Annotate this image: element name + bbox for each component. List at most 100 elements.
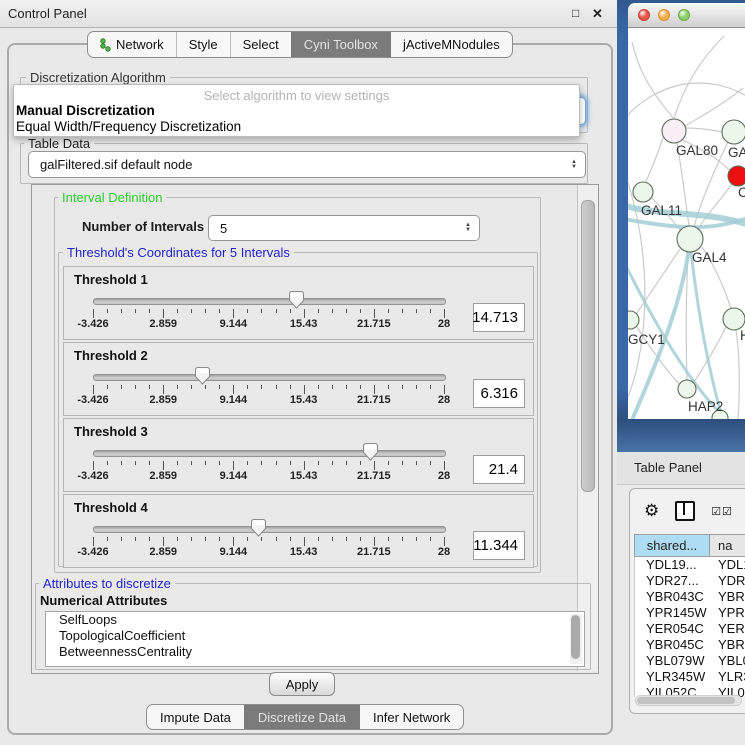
zoom-traffic-light-icon[interactable]	[678, 9, 690, 21]
tick-mark	[444, 461, 445, 470]
threshold-row: Threshold 3-3.4262.8599.14415.4321.71528…	[63, 418, 534, 492]
tab-select[interactable]: Select	[230, 32, 291, 57]
column-layout-icon[interactable]	[675, 501, 695, 521]
tab-discretize-data[interactable]: Discretize Data	[244, 705, 359, 729]
tab-style[interactable]: Style	[176, 32, 230, 57]
attribute-list-item[interactable]: SelfLoops	[46, 612, 584, 628]
list-vertical-scrollbar[interactable]	[570, 614, 582, 664]
threshold-value-field[interactable]: 11.344	[473, 531, 525, 560]
apply-button[interactable]: Apply	[269, 672, 335, 696]
threshold-value-field[interactable]: 14.713	[473, 303, 525, 332]
tick-mark	[177, 537, 178, 541]
horizontal-scrollbar-thumb[interactable]	[637, 697, 735, 704]
float-window-icon[interactable]: □	[572, 0, 579, 27]
vertical-scrollbar-thumb[interactable]	[581, 200, 595, 492]
tick-label: 28	[438, 318, 450, 330]
tick-mark	[346, 537, 347, 541]
close-traffic-light-icon[interactable]	[638, 9, 650, 21]
network-canvas[interactable]: GAL80GACGAL11GAL4GCY1HHAP2	[628, 28, 745, 419]
node-label: GCY1	[628, 332, 665, 347]
node-label: H	[740, 328, 745, 343]
network-node[interactable]	[662, 119, 686, 143]
network-node[interactable]	[728, 166, 745, 186]
slider-track[interactable]	[93, 450, 446, 457]
tab-network[interactable]: Network	[88, 32, 176, 57]
gear-icon[interactable]: ⚙	[644, 501, 659, 521]
tick-mark	[121, 309, 122, 313]
tick-mark	[163, 385, 164, 394]
tab-label: Cyni Toolbox	[304, 33, 378, 57]
node-table: shared...na YDL19...YDL1YDR27...YDR2YBR0…	[634, 534, 745, 697]
tick-mark	[332, 461, 333, 465]
discretization-algorithm-title: Discretization Algorithm	[26, 70, 170, 85]
minimize-traffic-light-icon[interactable]	[658, 9, 670, 21]
tick-label: 21.715	[357, 546, 391, 558]
slider-track[interactable]	[93, 526, 446, 533]
network-node[interactable]	[678, 380, 696, 398]
table-cell: YBR045C	[635, 637, 710, 653]
tick-mark	[430, 385, 431, 389]
table-data-combobox[interactable]: galFiltered.sif default node ▲▼	[28, 151, 586, 178]
table-toolbar: ⚙ ☑☑	[630, 489, 745, 533]
tick-mark	[191, 537, 192, 541]
tick-mark	[346, 309, 347, 313]
combo-stepper-icon: ▲▼	[571, 160, 577, 170]
tab-impute-data[interactable]: Impute Data	[147, 705, 244, 729]
attribute-list-item[interactable]: TopologicalCoefficient	[46, 628, 584, 644]
network-node[interactable]	[677, 226, 703, 252]
tick-label: 15.43	[290, 394, 318, 406]
tick-mark	[93, 385, 94, 394]
table-cell: YLR3	[710, 669, 745, 685]
network-node[interactable]	[628, 311, 639, 329]
table-cell: YBR043C	[635, 589, 710, 605]
tab-jactivemnodules[interactable]: jActiveMNodules	[390, 32, 512, 57]
threshold-value-field[interactable]: 21.4	[473, 455, 525, 484]
algorithm-dropdown-popup: Select algorithm to view settings Manual…	[13, 84, 580, 137]
tab-cyni-toolbox[interactable]: Cyni Toolbox	[291, 32, 390, 57]
table-row[interactable]: YPR145WYPR1	[635, 605, 745, 621]
algorithm-option-manual[interactable]: Manual Discretization	[16, 103, 155, 118]
horizontal-scrollbar[interactable]	[635, 695, 742, 706]
numerical-attributes-list[interactable]: SelfLoopsTopologicalCoefficientBetweenne…	[45, 611, 585, 667]
table-cell: YDL1	[710, 557, 745, 573]
column-header-1[interactable]: shared...	[635, 535, 710, 556]
checkbox-icons[interactable]: ☑☑	[711, 505, 733, 518]
number-of-intervals-combobox[interactable]: 5 ▲▼	[208, 215, 480, 241]
table-row[interactable]: YER054CYER0	[635, 621, 745, 637]
tick-mark	[233, 461, 234, 470]
tick-mark	[121, 461, 122, 465]
tab-infer-network[interactable]: Infer Network	[359, 705, 463, 729]
table-row[interactable]: YDL19...YDL1	[635, 557, 745, 573]
network-node[interactable]	[633, 182, 653, 202]
list-scrollbar-thumb[interactable]	[571, 615, 580, 659]
table-row[interactable]: YLR345WYLR3	[635, 669, 745, 685]
network-node[interactable]	[722, 120, 745, 144]
threshold-value-field[interactable]: 6.316	[473, 379, 525, 408]
column-header-2[interactable]: na	[710, 535, 745, 556]
network-node[interactable]	[723, 308, 745, 330]
threshold-label: Threshold 4	[74, 500, 148, 515]
table-row[interactable]: YDR27...YDR2	[635, 573, 745, 589]
node-label: GAL11	[641, 203, 682, 218]
table-row[interactable]: YBR043CYBR0	[635, 589, 745, 605]
tick-mark	[163, 461, 164, 470]
tick-mark	[430, 537, 431, 541]
tick-mark	[247, 385, 248, 389]
slider-track[interactable]	[93, 374, 446, 381]
attribute-list-item[interactable]: BetweennessCentrality	[46, 644, 584, 660]
network-window-titlebar[interactable]	[628, 3, 745, 28]
table-row[interactable]: YBL079WYBL0	[635, 653, 745, 669]
tick-mark	[219, 537, 220, 541]
table-row[interactable]: YBR045CYBR0	[635, 637, 745, 653]
table-cell: YPR145W	[635, 605, 710, 621]
table-data-value: galFiltered.sif default node	[40, 152, 192, 177]
tick-mark	[374, 309, 375, 318]
slider-track[interactable]	[93, 298, 446, 305]
tick-label: 15.43	[290, 470, 318, 482]
attributes-title: Attributes to discretize	[39, 576, 175, 591]
table-cell: YDR2	[710, 573, 745, 589]
tick-mark	[121, 385, 122, 389]
tick-mark	[276, 309, 277, 313]
algorithm-option-equal-width[interactable]: Equal Width/Frequency Discretization	[16, 119, 241, 134]
close-icon[interactable]: ✕	[592, 0, 603, 27]
